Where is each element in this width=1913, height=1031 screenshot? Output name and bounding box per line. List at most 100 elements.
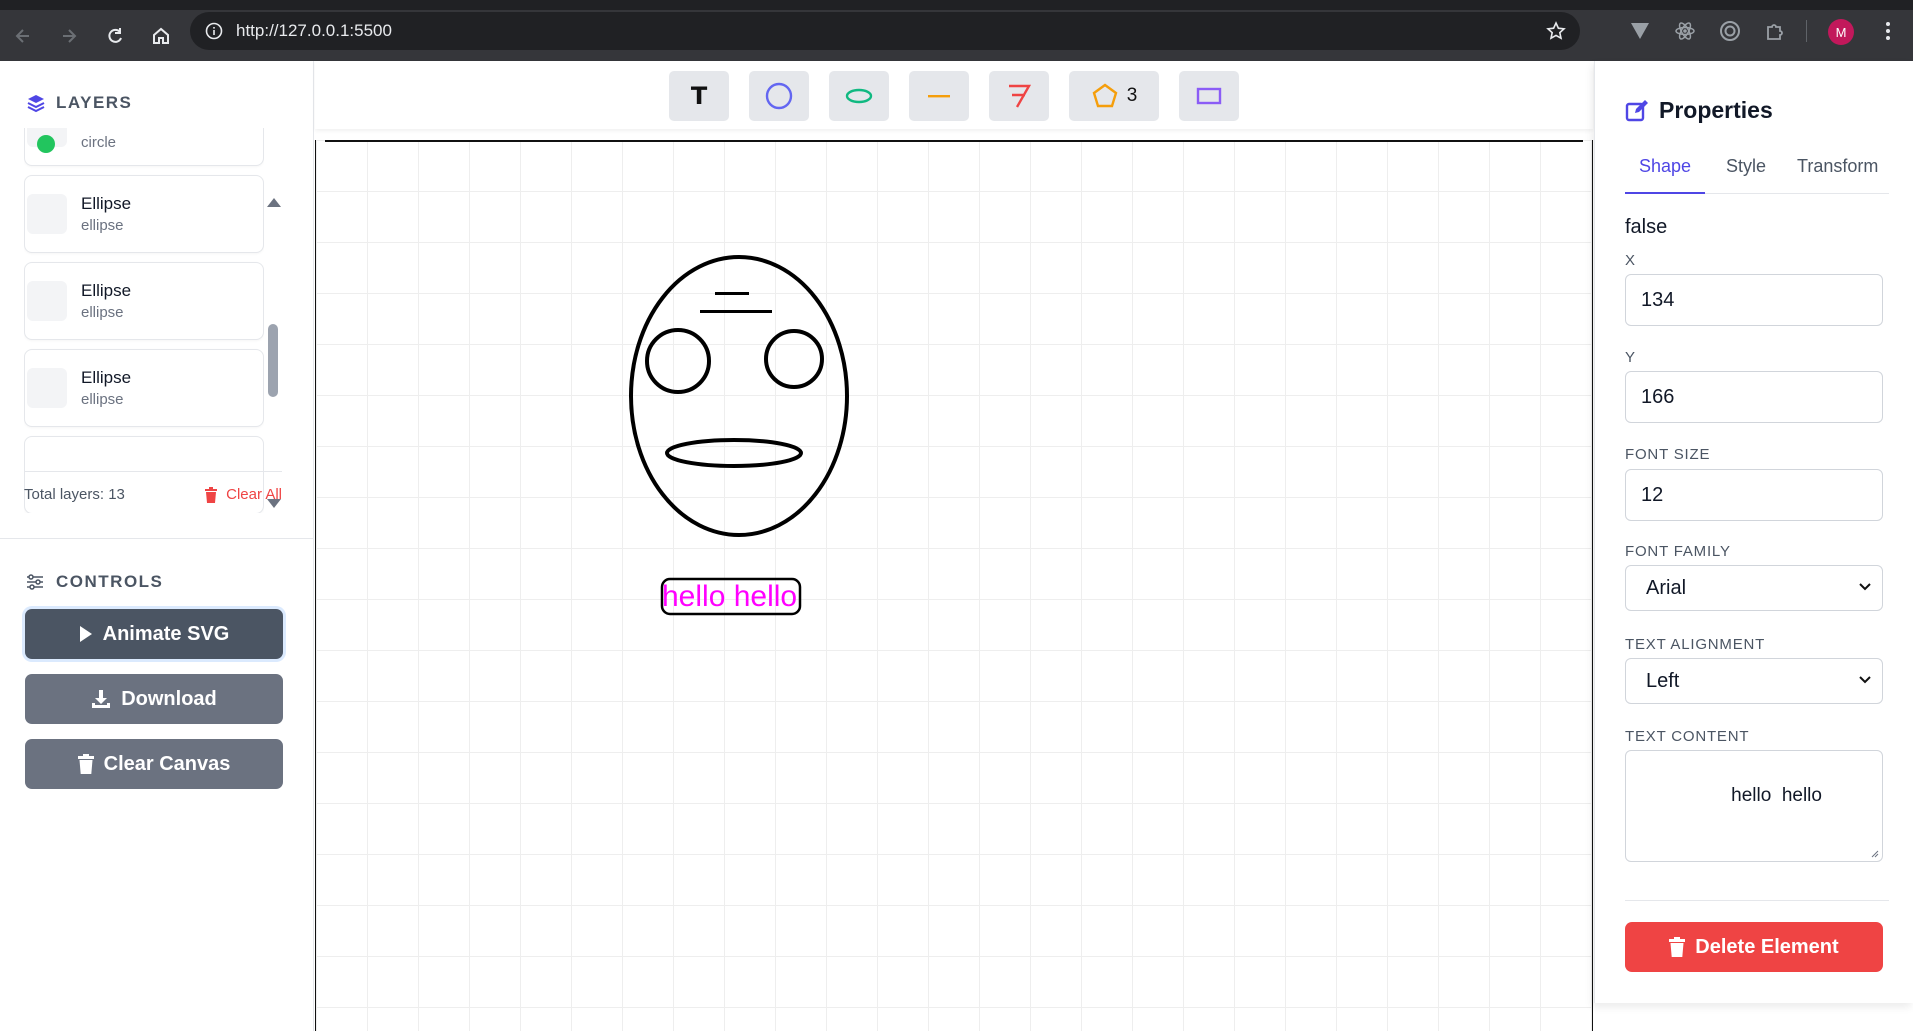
delete-element-button[interactable]: Delete Element <box>1625 922 1883 972</box>
download-button[interactable]: Download <box>25 674 283 724</box>
text-tool-icon: T <box>690 82 708 110</box>
layer-list-scrollbar[interactable] <box>268 324 278 397</box>
layers-footer: Total layers: 13 Clear All <box>24 471 282 517</box>
line-shape[interactable] <box>715 292 749 295</box>
address-bar[interactable]: http://127.0.0.1:5500 <box>190 12 1580 50</box>
canvas-top-border <box>325 140 1583 142</box>
reload-icon[interactable] <box>100 21 130 51</box>
chevron-down-icon <box>1859 676 1871 684</box>
left-sidebar: LAYERS circle Ellipse ellipse Ellipse el… <box>0 61 314 1031</box>
layer-item[interactable]: Ellipse ellipse <box>24 262 264 340</box>
y-input[interactable]: 166 <box>1625 371 1883 423</box>
clear-all-button[interactable]: Clear All <box>204 486 282 503</box>
layer-type: ellipse <box>81 391 124 408</box>
delete-element-label: Delete Element <box>1695 935 1839 958</box>
scroll-up-arrow[interactable] <box>267 198 281 207</box>
edit-icon <box>1625 99 1648 121</box>
drawing-canvas[interactable]: hello hello <box>315 140 1593 1031</box>
more-menu-icon[interactable] <box>1876 19 1900 43</box>
clear-canvas-label: Clear Canvas <box>103 752 231 775</box>
tab-shape[interactable]: Shape <box>1625 156 1705 194</box>
rectangle-tool-button[interactable] <box>1179 71 1239 121</box>
text-content-label: TEXT CONTENT <box>1625 728 1750 745</box>
ellipse-icon <box>845 88 873 104</box>
forward-icon[interactable] <box>54 21 84 51</box>
trash-icon <box>77 754 94 774</box>
properties-tabs: Shape Style Transform <box>1625 156 1889 194</box>
layer-item[interactable]: circle <box>24 128 264 166</box>
download-label: Download <box>121 687 217 710</box>
text-alignment-select[interactable]: Left <box>1625 658 1883 704</box>
back-icon[interactable] <box>8 21 38 51</box>
polygon-sides-count: 3 <box>1126 85 1138 106</box>
text-content-value: hello hello <box>1731 785 1822 806</box>
left-eye-circle-shape[interactable] <box>645 328 711 394</box>
extensions-puzzle-icon[interactable] <box>1763 19 1787 43</box>
path-tool-button[interactable] <box>989 71 1049 121</box>
font-family-value: Arial <box>1646 576 1687 599</box>
home-icon[interactable] <box>146 21 176 51</box>
font-family-label: FONT FAMILY <box>1625 543 1731 560</box>
total-layers-count: Total layers: 13 <box>24 486 125 503</box>
sliders-icon <box>27 574 43 590</box>
resize-grip-icon[interactable] <box>1871 850 1879 858</box>
layer-list[interactable]: circle Ellipse ellipse Ellipse ellipse E… <box>24 128 264 513</box>
line-tool-button[interactable] <box>909 71 969 121</box>
circle-tool-button[interactable] <box>749 71 809 121</box>
layer-swatch <box>27 128 67 153</box>
shape-toolbar: T 3 <box>315 61 1593 129</box>
face-ellipse-shape[interactable] <box>629 255 849 537</box>
bookmark-star-icon[interactable] <box>1546 21 1566 41</box>
font-family-select[interactable]: Arial <box>1625 565 1883 611</box>
play-icon <box>79 626 92 642</box>
canvas-text-element[interactable]: hello hello <box>662 580 797 613</box>
sidebar-divider <box>0 538 314 539</box>
layers-header: LAYERS <box>26 93 132 113</box>
x-label: X <box>1625 252 1636 269</box>
layer-name: Ellipse <box>81 281 132 300</box>
x-input[interactable]: 134 <box>1625 274 1883 326</box>
tab-transform[interactable]: Transform <box>1797 156 1878 194</box>
line-shape[interactable] <box>700 310 772 313</box>
vuetify-extension-icon[interactable] <box>1628 19 1652 43</box>
layer-type: ellipse <box>81 217 124 234</box>
y-label: Y <box>1625 349 1636 366</box>
layer-name: Ellipse <box>81 368 132 387</box>
text-content-textarea[interactable]: hello hello <box>1625 750 1883 862</box>
animate-svg-label: Animate SVG <box>102 622 230 645</box>
canvas-svg[interactable]: hello hello <box>316 140 1592 1031</box>
text-tool-button[interactable]: T <box>669 71 729 121</box>
ellipse-tool-button[interactable] <box>829 71 889 121</box>
clear-canvas-button[interactable]: Clear Canvas <box>25 739 283 789</box>
profile-avatar[interactable]: M <box>1828 19 1854 45</box>
layer-name: Ellipse <box>81 194 132 213</box>
properties-title: Properties <box>1659 97 1773 123</box>
controls-header: CONTROLS <box>26 572 163 592</box>
layer-item[interactable]: Ellipse ellipse <box>24 175 264 253</box>
rectangle-icon <box>1196 87 1222 105</box>
tab-style[interactable]: Style <box>1726 156 1766 194</box>
text-alignment-value: Left <box>1646 669 1680 692</box>
font-size-input[interactable]: 12 <box>1625 469 1883 521</box>
pentagon-icon <box>1092 83 1118 108</box>
circle-icon <box>765 82 793 110</box>
site-info-icon[interactable] <box>204 21 224 41</box>
trash-icon <box>1669 937 1686 957</box>
target-extension-icon[interactable] <box>1718 19 1742 43</box>
download-icon <box>92 690 111 708</box>
polygon-tool-button[interactable]: 3 <box>1069 71 1159 121</box>
layer-swatch <box>27 194 67 234</box>
chevron-down-icon <box>1859 583 1871 591</box>
animate-svg-button[interactable]: Animate SVG <box>25 609 283 659</box>
controls-title: CONTROLS <box>56 572 164 591</box>
layer-item[interactable]: Ellipse ellipse <box>24 349 264 427</box>
url-text: http://127.0.0.1:5500 <box>236 21 392 40</box>
react-devtools-icon[interactable] <box>1673 19 1697 43</box>
right-eye-circle-shape[interactable] <box>764 329 824 389</box>
mouth-ellipse-shape[interactable] <box>665 438 803 468</box>
toolbar-separator <box>1806 20 1807 42</box>
properties-panel: Properties Shape Style Transform false X… <box>1594 61 1913 1003</box>
layer-swatch <box>27 368 67 408</box>
line-icon <box>928 95 950 98</box>
properties-header: Properties <box>1625 97 1773 124</box>
